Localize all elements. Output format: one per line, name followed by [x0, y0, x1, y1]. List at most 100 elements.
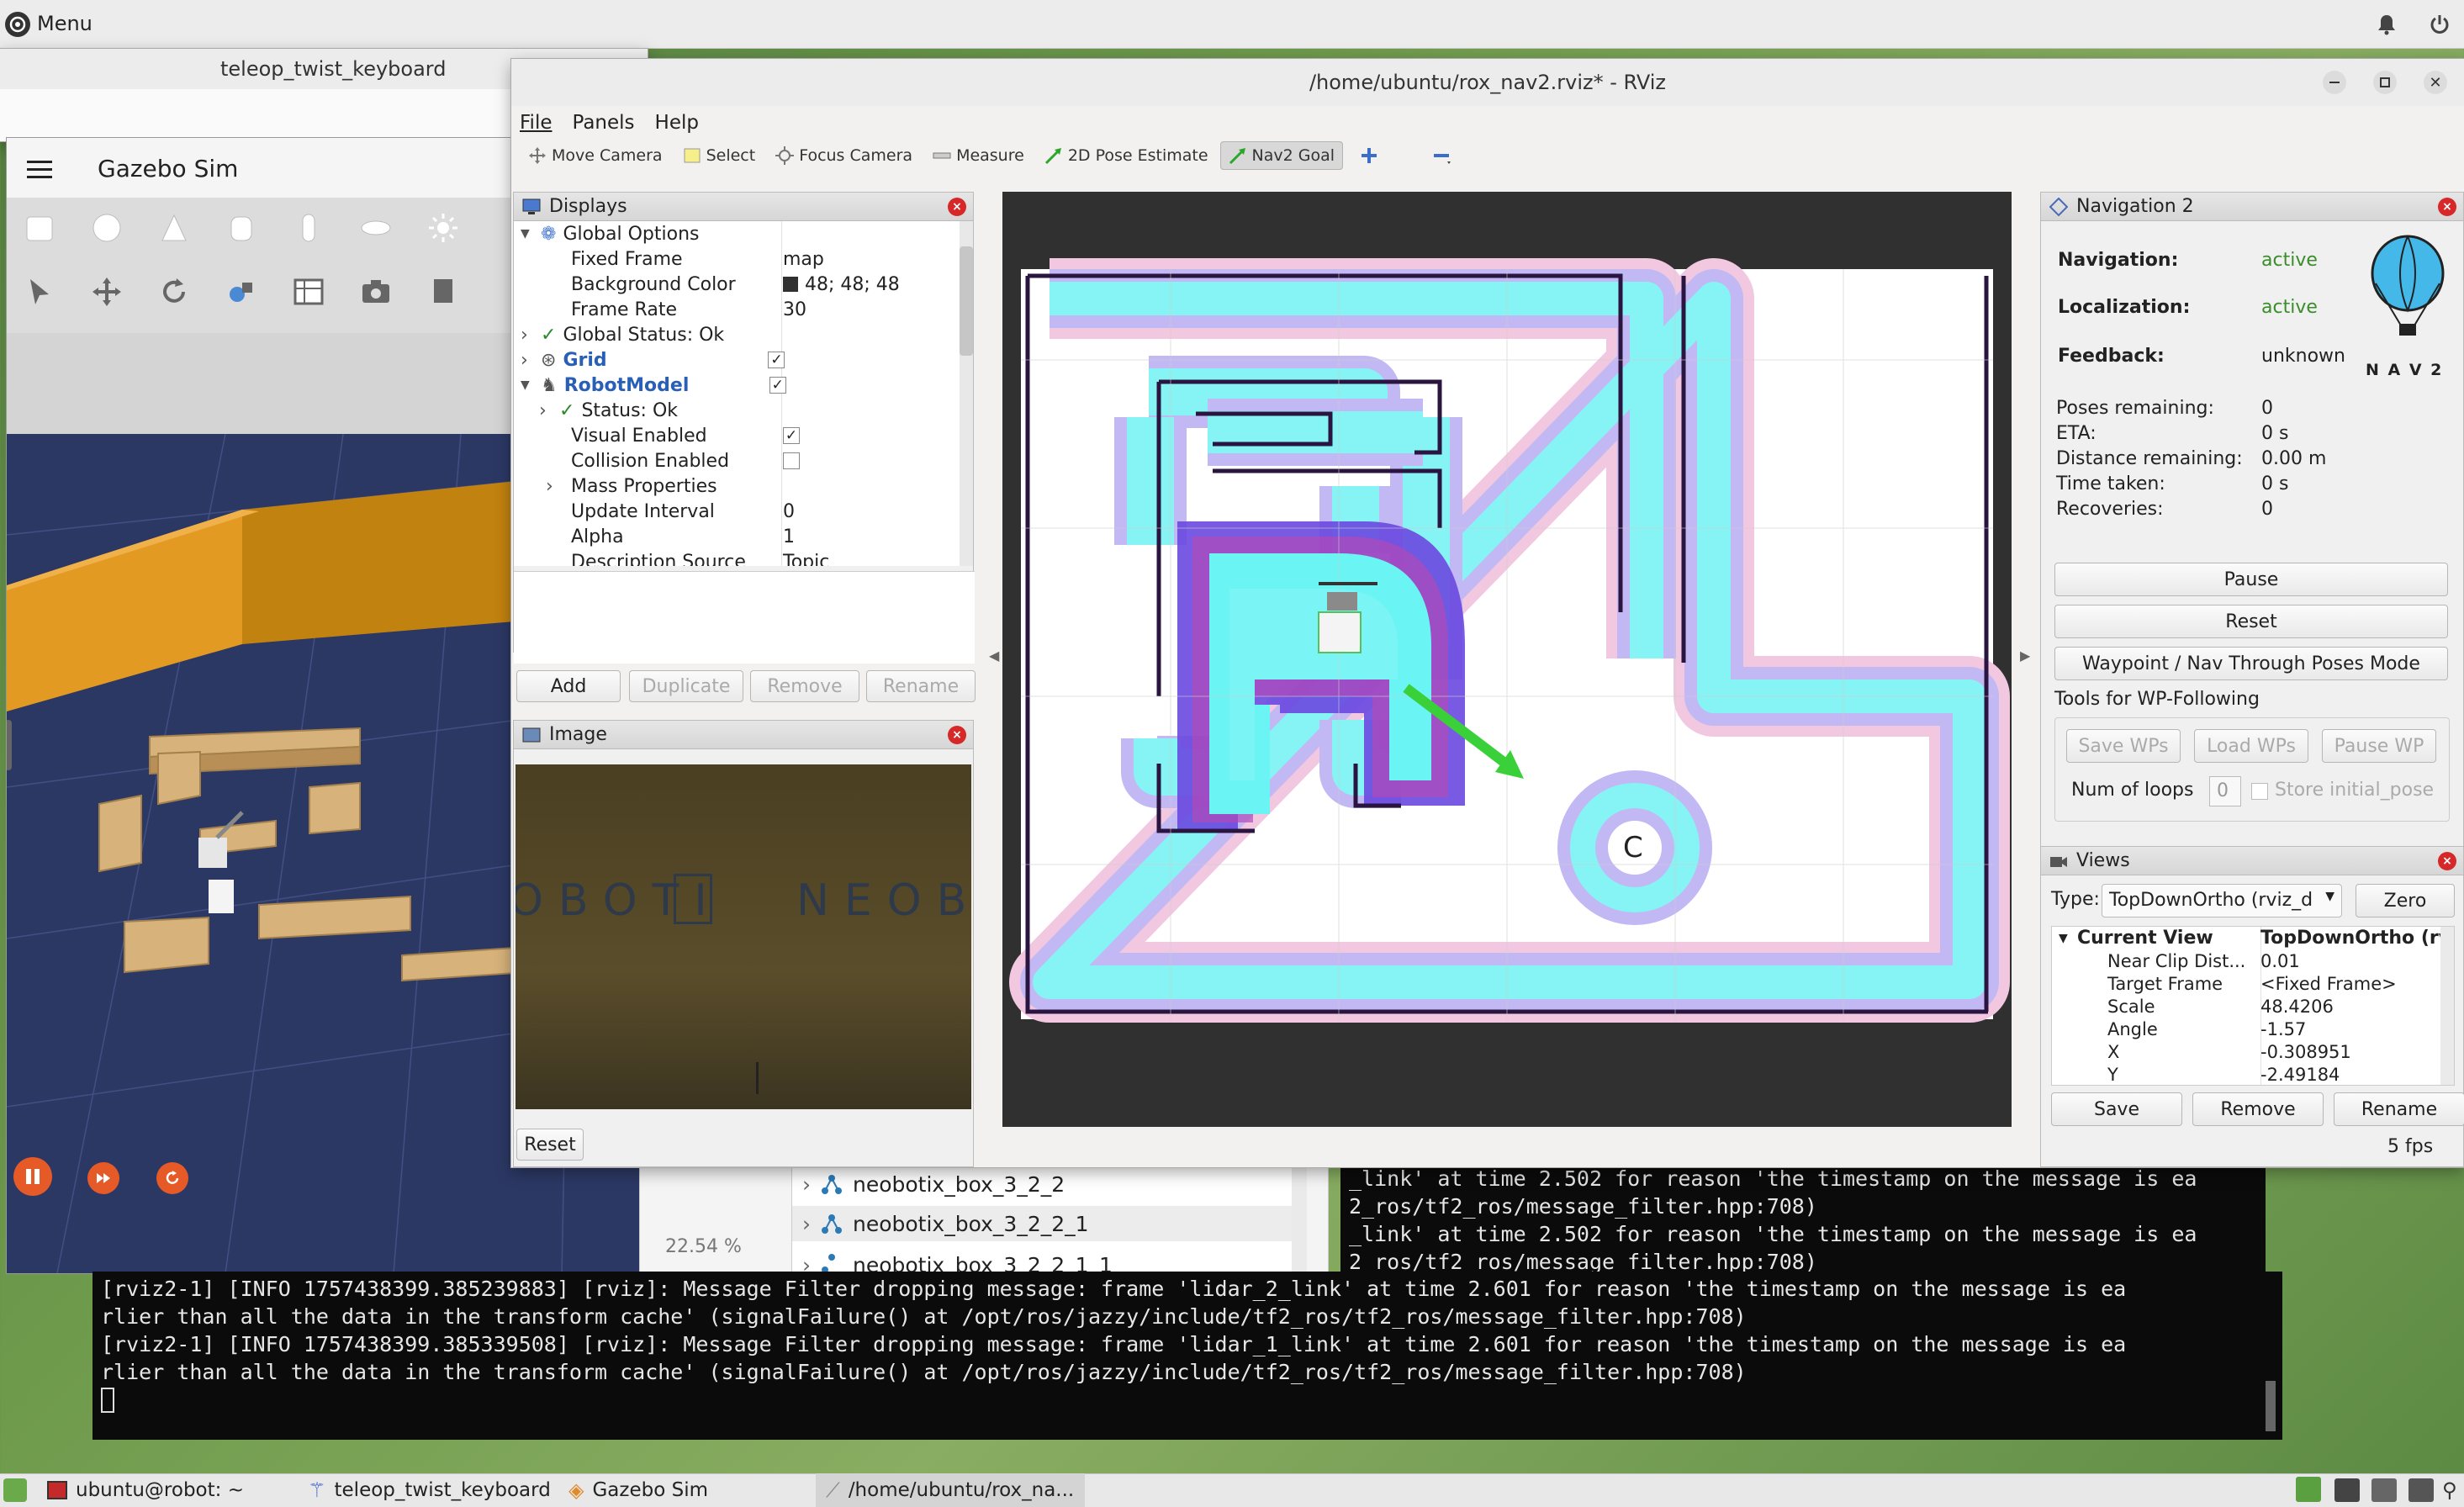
select-tool[interactable]: Select — [674, 141, 764, 170]
displays-scrollbar[interactable] — [960, 221, 973, 566]
maximize-window-icon[interactable] — [2373, 71, 2397, 94]
save-wps-button[interactable]: Save WPs — [2066, 729, 2181, 763]
select-arrow-icon[interactable] — [24, 276, 56, 308]
show-desktop-icon[interactable] — [3, 1478, 27, 1502]
view-row-y[interactable]: Y -2.49184 — [2052, 1063, 2340, 1085]
close-image-icon[interactable]: × — [948, 726, 966, 744]
capsule-shape-icon[interactable] — [293, 212, 325, 244]
display-row-status[interactable]: › ✓ Status: Ok — [514, 398, 678, 423]
views-scrollbar[interactable] — [2440, 927, 2454, 1085]
rotate-icon[interactable] — [158, 276, 190, 308]
copy-icon[interactable] — [427, 276, 459, 308]
grid-config-icon[interactable] — [293, 276, 325, 308]
visual-enabled-checkbox[interactable]: ✓ — [783, 427, 800, 444]
close-views-icon[interactable]: × — [2438, 852, 2456, 870]
grid-enabled-checkbox[interactable]: ✓ — [768, 352, 785, 368]
terminal-right[interactable]: _link' at time 2.502 for reason 'the tim… — [1340, 1165, 2266, 1274]
pause-wp-button[interactable]: Pause WP — [2322, 729, 2436, 763]
focus-camera-tool[interactable]: Focus Camera — [767, 141, 921, 170]
waypoint-mode-button[interactable]: Waypoint / Nav Through Poses Mode — [2054, 647, 2448, 680]
screenshot-camera-icon[interactable] — [360, 276, 392, 308]
taskbar-item-teleop[interactable]: ⚚ teleop_twist_keyboard — [308, 1473, 551, 1507]
robotmodel-enabled-checkbox[interactable]: ✓ — [769, 377, 786, 394]
display-row-background-color[interactable]: Background Color 48; 48; 48 — [514, 272, 900, 297]
tree-item[interactable]: › neobotix_box_3_2_2_1 — [802, 1212, 1089, 1236]
taskbar-item-rviz[interactable]: ⟋ /home/ubuntu/rox_na... — [816, 1473, 1085, 1507]
view-row-near-clip[interactable]: Near Clip Dist... 0.01 — [2052, 949, 2300, 972]
rename-view-button[interactable]: Rename — [2334, 1092, 2464, 1126]
sphere-shape-icon[interactable] — [91, 212, 123, 244]
display-row-collision-enabled[interactable]: Collision Enabled — [514, 448, 800, 473]
tree-item[interactable]: › neobotix_box_3_2_2_1_1 — [802, 1253, 1113, 1273]
view-type-select[interactable]: TopDownOrtho (rviz_d ▼ — [2102, 884, 2342, 917]
terminal-scrollbar[interactable] — [2266, 1381, 2276, 1431]
ellipsoid-shape-icon[interactable] — [360, 212, 392, 244]
duplicate-display-button[interactable]: Duplicate — [629, 670, 743, 702]
display-row-grid[interactable]: › ⊛ Grid ✓ — [514, 347, 785, 373]
tray-volume-icon[interactable] — [2371, 1478, 2397, 1502]
sun-light-icon[interactable] — [427, 212, 459, 244]
rviz-window[interactable]: /home/ubuntu/rox_nav2.rviz* - RViz ✕ Fil… — [511, 59, 2464, 1167]
tree-scrollbar[interactable] — [1292, 1166, 1307, 1275]
zero-view-button[interactable]: Zero — [2356, 884, 2455, 917]
display-row-visual-enabled[interactable]: Visual Enabled ✓ — [514, 423, 800, 448]
remove-tool-icon[interactable] — [1424, 141, 1461, 170]
cone-shape-icon[interactable] — [158, 212, 190, 244]
close-window-icon[interactable]: ✕ — [2424, 71, 2447, 94]
remove-view-button[interactable]: Remove — [2192, 1092, 2324, 1126]
reset-simulation-icon[interactable] — [156, 1162, 188, 1194]
collapse-right-handle[interactable]: ▶ — [2020, 648, 2030, 664]
save-view-button[interactable]: Save — [2051, 1092, 2182, 1126]
menu-help[interactable]: Help — [655, 112, 699, 134]
pose-estimate-tool[interactable]: 2D Pose Estimate — [1036, 141, 1217, 170]
nav2-goal-tool[interactable]: Nav2 Goal — [1219, 141, 1344, 170]
snap-icon[interactable] — [225, 276, 257, 308]
pause-navigation-button[interactable]: Pause — [2054, 563, 2448, 596]
remove-display-button[interactable]: Remove — [750, 670, 859, 702]
display-row-description-source[interactable]: Description Source Topic — [514, 549, 829, 567]
add-display-button[interactable]: Add — [516, 670, 621, 702]
color-swatch[interactable] — [783, 277, 798, 292]
taskbar-item-gazebo[interactable]: ◈ Gazebo Sim — [568, 1473, 708, 1507]
rviz-render-view[interactable]: C — [1002, 192, 2012, 1127]
view-row-angle[interactable]: Angle -1.57 — [2052, 1018, 2306, 1040]
view-row-scale[interactable]: Scale 48.4206 — [2052, 995, 2334, 1018]
minimize-window-icon[interactable] — [2323, 71, 2346, 94]
menu-file[interactable]: File — [520, 112, 553, 134]
menu-panels[interactable]: Panels — [573, 112, 635, 134]
collision-enabled-checkbox[interactable] — [783, 452, 800, 469]
collapse-left-handle[interactable]: ◀ — [989, 648, 999, 664]
tray-usb-icon[interactable]: ⚲ — [2442, 1478, 2462, 1502]
tray-update-icon[interactable] — [2296, 1477, 2321, 1502]
pause-simulation-button[interactable] — [13, 1157, 52, 1196]
menu-label[interactable]: Menu — [37, 12, 93, 35]
display-row-fixed-frame[interactable]: Fixed Frame map — [514, 246, 824, 272]
taskbar-item-terminal[interactable]: ubuntu@robot: ~ — [47, 1473, 244, 1507]
tree-item[interactable]: › neobotix_box_3_2_2 — [802, 1172, 1065, 1197]
view-row-current[interactable]: ▼ Current View TopDownOrtho (rv... — [2052, 927, 2454, 949]
display-row-frame-rate[interactable]: Frame Rate 30 — [514, 297, 806, 322]
box-shape-icon[interactable] — [24, 212, 56, 244]
close-displays-icon[interactable]: × — [948, 198, 966, 216]
notification-bell-icon[interactable] — [2377, 13, 2397, 35]
display-row-update-interval[interactable]: Update Interval 0 — [514, 499, 795, 524]
translate-icon[interactable] — [91, 276, 123, 308]
hamburger-menu-icon[interactable] — [27, 160, 52, 180]
power-icon[interactable] — [2429, 13, 2451, 35]
display-row-alpha[interactable]: Alpha 1 — [514, 524, 795, 549]
menu-icon[interactable] — [5, 12, 30, 37]
cylinder-shape-icon[interactable] — [225, 212, 257, 244]
tray-network-icon[interactable] — [2334, 1478, 2360, 1502]
move-camera-tool[interactable]: Move Camera — [520, 141, 671, 170]
measure-tool[interactable]: Measure — [924, 141, 1033, 170]
num-loops-input[interactable]: 0 — [2209, 776, 2241, 806]
display-row-robotmodel[interactable]: ▼ ♞ RobotModel ✓ — [514, 373, 786, 398]
close-navigation2-icon[interactable]: × — [2438, 198, 2456, 216]
reset-view-button[interactable]: Reset — [516, 1129, 584, 1161]
step-forward-icon[interactable] — [87, 1162, 119, 1194]
rename-display-button[interactable]: Rename — [866, 670, 976, 702]
terminal-main[interactable]: [rviz2-1] [INFO 1757438399.385239883] [r… — [93, 1272, 2282, 1440]
store-initial-pose-checkbox[interactable] — [2251, 783, 2268, 800]
display-row-global-options[interactable]: ▼ ❁ Global Options — [514, 221, 700, 246]
view-row-target-frame[interactable]: Target Frame <Fixed Frame> — [2052, 972, 2397, 995]
